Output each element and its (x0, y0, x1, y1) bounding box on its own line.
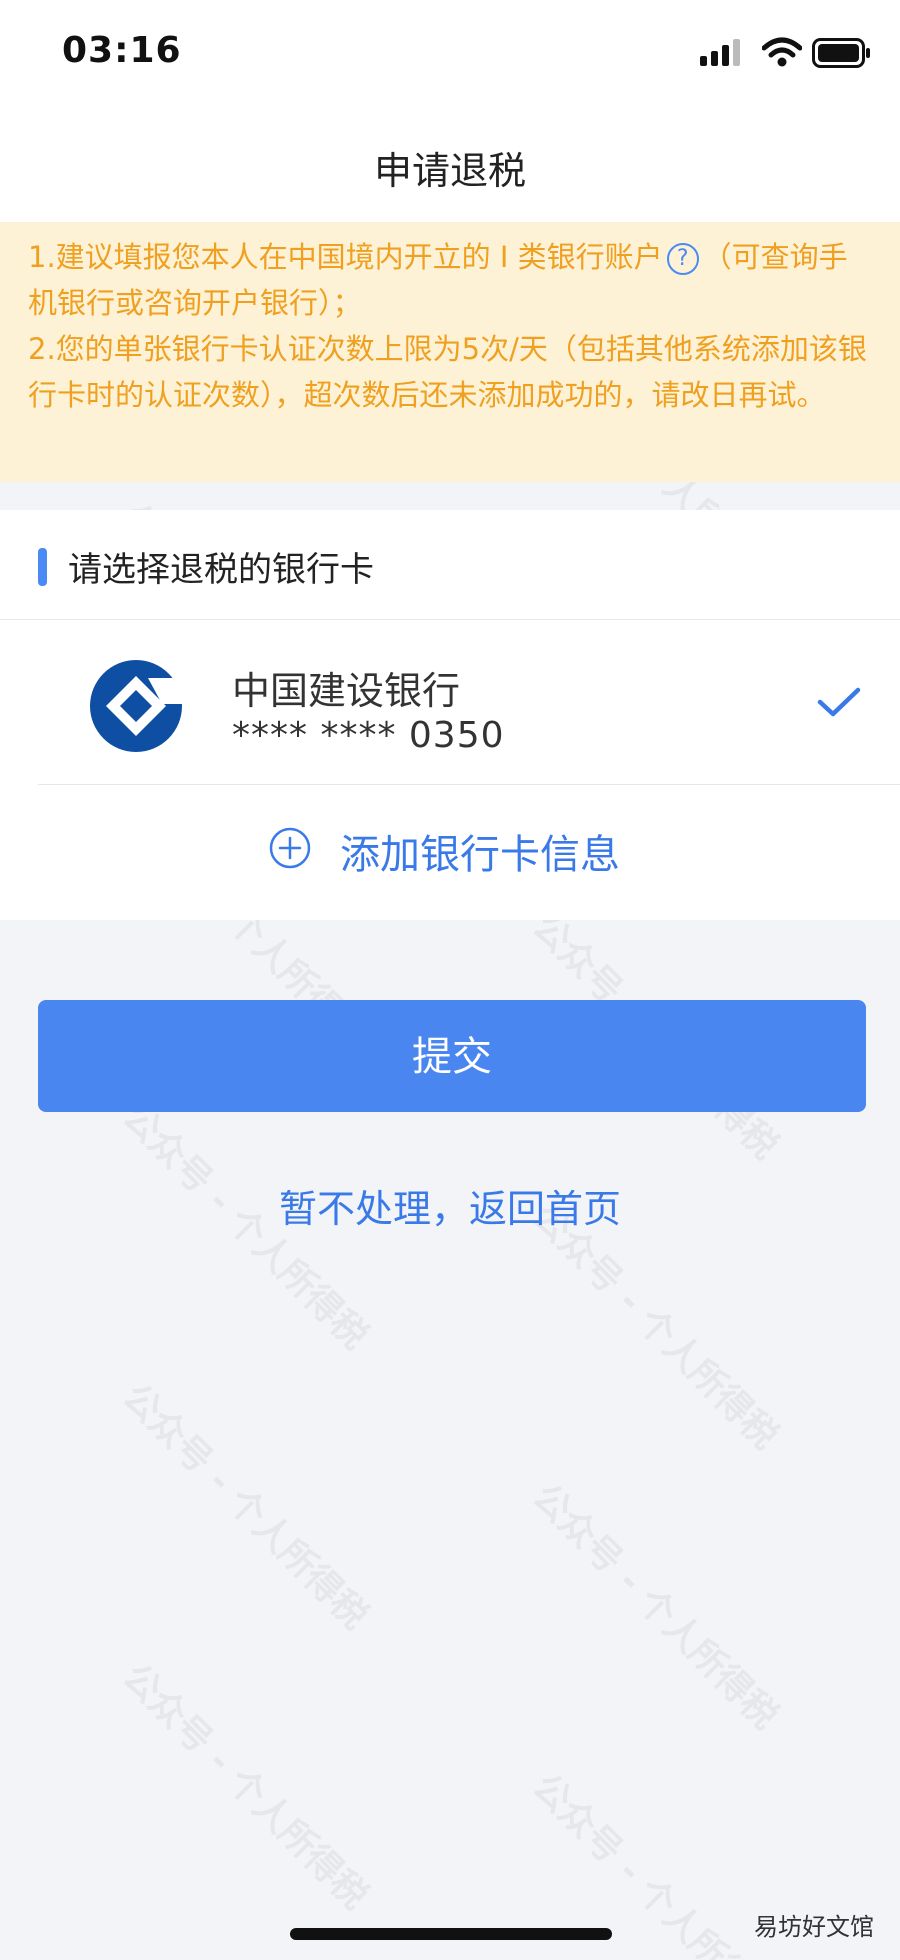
status-time: 03:16 (62, 30, 182, 71)
signal-icon (700, 38, 744, 70)
top-bar: 03:16 申请退税 (0, 0, 900, 222)
home-indicator[interactable] (290, 1928, 612, 1940)
watermark: 公众号 - 个人所得税 (524, 1476, 786, 1738)
notice-line-2: 2.您的单张银行卡认证次数上限为5次/天（包括其他系统添加该银行卡时的认证次数）… (28, 332, 867, 412)
notice-banner: 1.建议填报您本人在中国境内开立的 I 类银行账户? （可查询手机银行或咨询开户银… (0, 222, 900, 482)
ccb-logo-icon (90, 660, 184, 752)
watermark: 公众号 - 个人所得税 (114, 1376, 376, 1638)
plus-circle-icon (269, 827, 311, 869)
section-marker (38, 548, 47, 586)
wifi-icon (762, 37, 802, 67)
submit-button[interactable]: 提交 (38, 1000, 866, 1112)
watermark: 公众号 - 个人所得税 (114, 1656, 376, 1918)
bank-card-section: 请选择退税的银行卡 中国建设银行 **** **** 0350 添加银行卡信息 (0, 510, 900, 920)
bank-name: 中国建设银行 (232, 669, 461, 713)
card-number: **** **** 0350 (232, 715, 505, 756)
battery-icon (812, 38, 870, 68)
bank-card-item[interactable]: 中国建设银行 **** **** 0350 (0, 620, 900, 785)
status-icons (700, 37, 870, 70)
back-home-link[interactable]: 暂不处理，返回首页 (0, 1178, 900, 1233)
section-header: 请选择退税的银行卡 (0, 510, 900, 620)
corner-watermark: 易坊好文馆 (754, 1913, 874, 1941)
divider (38, 784, 900, 785)
page-title: 申请退税 (373, 149, 526, 193)
notice-line-1: 1.建议填报您本人在中国境内开立的 I 类银行账户 (28, 240, 663, 274)
section-title: 请选择退税的银行卡 (68, 550, 374, 590)
add-bank-card-button[interactable]: 添加银行卡信息 (0, 800, 900, 910)
check-icon (817, 687, 861, 717)
help-icon[interactable]: ? (666, 243, 699, 275)
app-screen: 公众号 - 个人所得税 公众号 - 个人所得税 公众号 - 个人所得税 公众号 … (0, 0, 900, 1960)
add-bank-card-label: 添加银行卡信息 (340, 832, 620, 878)
